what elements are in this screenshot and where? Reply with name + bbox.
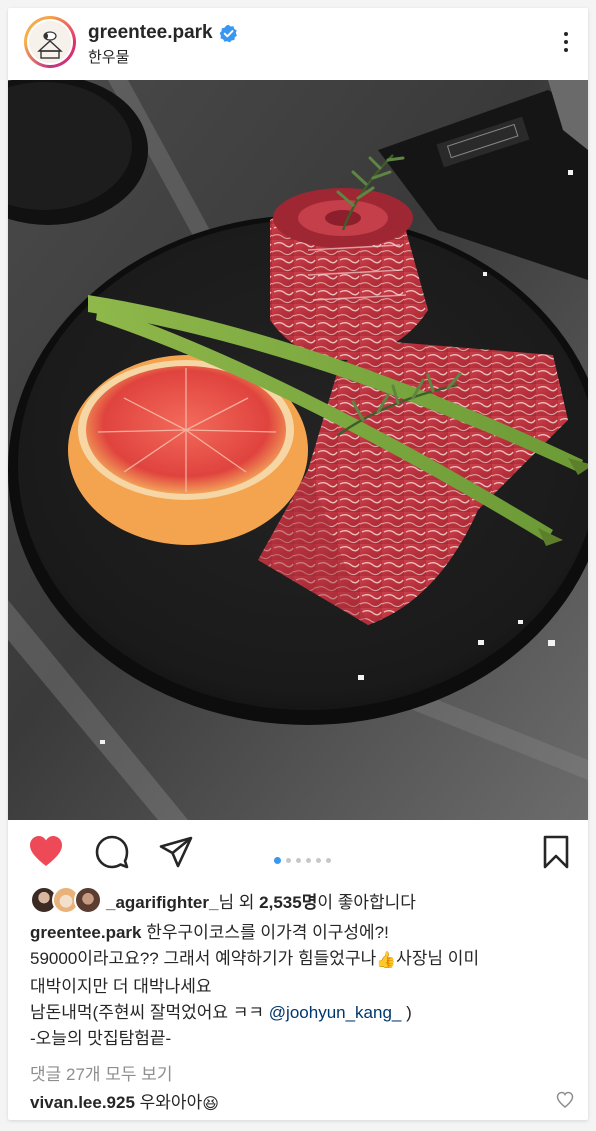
comment: vivan.lee.925 우와아아😆 [30, 1093, 219, 1113]
avatar[interactable] [24, 16, 76, 68]
heart-icon[interactable] [28, 834, 64, 870]
post-username[interactable]: greentee.park [88, 22, 213, 44]
post-location[interactable]: 한우물 [88, 46, 129, 67]
carousel-dot [274, 857, 281, 864]
more-options-icon[interactable] [556, 26, 576, 58]
comment-like-heart-icon[interactable] [556, 1091, 574, 1109]
carousel-dot [296, 858, 301, 863]
comment-icon[interactable] [94, 834, 130, 870]
carousel-dot [316, 858, 321, 863]
mention-link[interactable]: @joohyun_kang_ [269, 1003, 402, 1022]
thumbs-up-emoji: 👍 [376, 952, 397, 969]
likes-summary: _agarifighter_님 외 2,535명이 좋아합니다 [30, 885, 416, 915]
post-photo[interactable] [8, 80, 588, 820]
liker-username[interactable]: _agarifighter_ [106, 893, 218, 912]
avatar-image [29, 21, 71, 63]
verified-badge-icon [219, 24, 237, 42]
instagram-post: greentee.park 한우물 _agarifighter_님 외 2,53… [8, 8, 588, 1120]
comment-username[interactable]: vivan.lee.925 [30, 1093, 135, 1112]
action-bar [8, 820, 588, 882]
like-count[interactable]: 2,535명 [259, 893, 317, 912]
view-all-comments-link[interactable]: 댓글 27개 모두 보기 [30, 1060, 173, 1085]
caption-username[interactable]: greentee.park [30, 923, 142, 942]
carousel-dot [306, 858, 311, 863]
share-icon[interactable] [158, 834, 194, 870]
liker-avatar [74, 886, 102, 914]
carousel-dot [286, 858, 291, 863]
liker-avatars[interactable] [30, 886, 104, 914]
carousel-dot [326, 858, 331, 863]
carousel-indicator [274, 857, 331, 864]
post-caption: greentee.park 한우구이코스를 이가격 이구성에?! 59000이라… [30, 923, 480, 1048]
post-header: greentee.park 한우물 [8, 8, 588, 80]
bookmark-icon[interactable] [538, 834, 574, 870]
grinning-emoji: 😆 [202, 1096, 219, 1113]
